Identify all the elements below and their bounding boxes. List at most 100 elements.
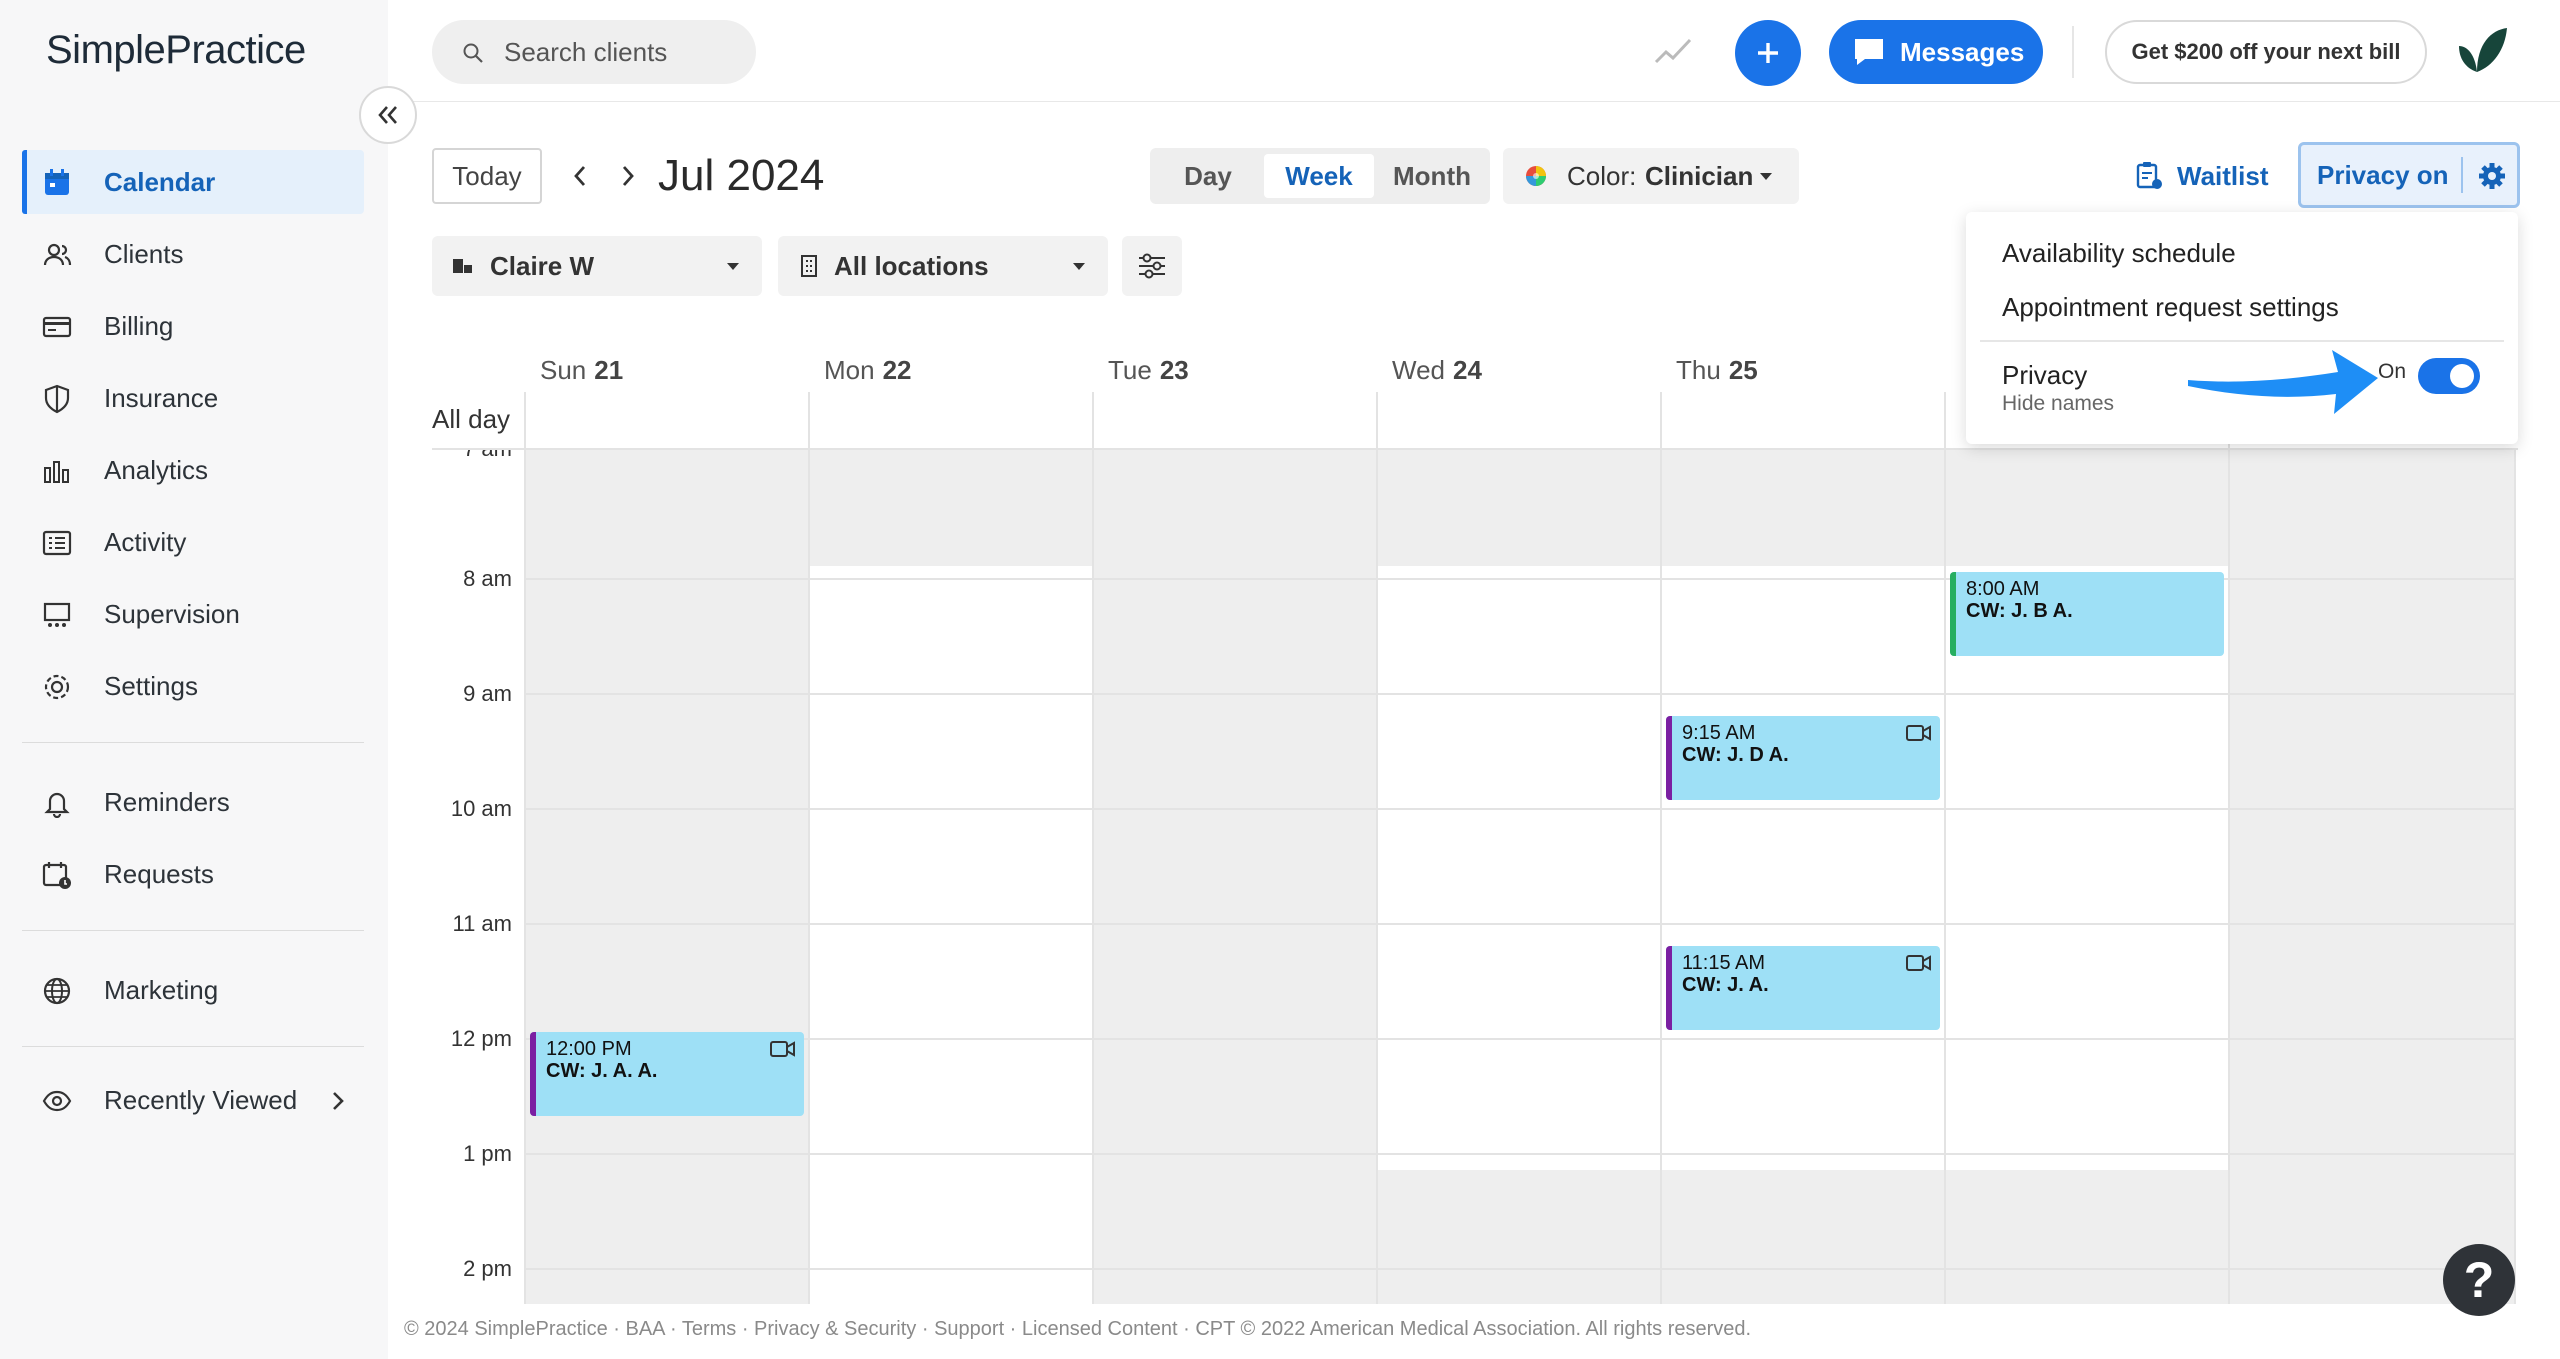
shield-icon: [44, 384, 70, 414]
sidebar-item-supervision[interactable]: Supervision: [22, 582, 364, 646]
day-of-week: Tue: [1108, 354, 1152, 385]
privacy-toggle-switch[interactable]: [2418, 358, 2480, 394]
add-button[interactable]: [1735, 20, 1801, 86]
calendar-icon: [45, 169, 69, 195]
collapse-sidebar-button[interactable]: [359, 86, 417, 144]
today-button[interactable]: Today: [432, 148, 542, 204]
column-divider: [1092, 392, 1094, 1304]
appointment-card[interactable]: 8:00 AM CW: J. B A.: [1950, 572, 2224, 656]
waitlist-button[interactable]: Waitlist: [2135, 148, 2268, 204]
column-divider: [1376, 392, 1378, 1304]
appointment-card[interactable]: 12:00 PM CW: J. A. A.: [530, 1032, 804, 1116]
top-divider: [2072, 26, 2074, 78]
unavailable-block: [1378, 450, 2230, 566]
sidebar-item-requests[interactable]: Requests: [22, 842, 364, 906]
privacy-title: Privacy: [2002, 360, 2088, 390]
sidebar-item-recently-viewed[interactable]: Recently Viewed: [22, 1068, 364, 1132]
sidebar-item-label: Insurance: [104, 382, 219, 413]
sidebar-item-label: Billing: [104, 310, 174, 341]
color-value: Clinician: [1645, 160, 1754, 191]
color-wheel-icon: [1526, 166, 1546, 186]
month-title: Jul 2024: [658, 151, 825, 200]
double-chevron-left-icon: [378, 106, 397, 124]
day-column-header[interactable]: Wed 24: [1392, 342, 1482, 398]
appointment-color-stripe: [1950, 572, 1956, 656]
appointment-time: 9:15 AM: [1682, 722, 1756, 744]
sidebar-item-marketing[interactable]: Marketing: [22, 958, 364, 1022]
sidebar-divider: [22, 742, 364, 743]
hour-label: 9 am: [463, 681, 512, 706]
sidebar-item-clients[interactable]: Clients: [22, 222, 364, 286]
privacy-divider: [2461, 157, 2463, 193]
view-month-tab[interactable]: Month: [1380, 154, 1484, 198]
sidebar-item-reminders[interactable]: Reminders: [22, 770, 364, 834]
prev-week-button[interactable]: [562, 158, 598, 194]
clinician-filter-dropdown[interactable]: Claire W: [432, 236, 762, 296]
bell-icon: [44, 792, 70, 818]
question-mark-icon: ?: [2463, 1252, 2495, 1308]
day-column-header[interactable]: Mon 22: [824, 342, 912, 398]
search-input[interactable]: Search clients: [432, 20, 756, 84]
sidebar-item-label: Requests: [104, 858, 214, 889]
privacy-toggle-button[interactable]: Privacy on: [2298, 142, 2520, 208]
messages-button[interactable]: Messages: [1829, 20, 2043, 84]
sidebar-item-insurance[interactable]: Insurance: [22, 366, 364, 430]
chevron-right-icon: [622, 166, 634, 186]
sidebar-item-analytics[interactable]: Analytics: [22, 438, 364, 502]
gear-icon[interactable]: [2477, 161, 2507, 191]
simplepractice-logo[interactable]: SimplePractice: [46, 28, 306, 73]
messages-label: Messages: [1900, 36, 2025, 67]
globe-icon: [43, 977, 71, 1005]
unavailable-block: [1378, 1170, 2230, 1304]
sidebar-item-label: Recently Viewed: [104, 1084, 298, 1115]
view-day-tab[interactable]: Day: [1158, 154, 1258, 198]
privacy-subtitle: Hide names: [2002, 392, 2115, 415]
sidebar-item-billing[interactable]: Billing: [22, 294, 364, 358]
promo-button[interactable]: Get $200 off your next bill: [2105, 20, 2427, 84]
day-column-header[interactable]: Thu 25: [1676, 342, 1758, 398]
day-column-header[interactable]: Tue 23: [1108, 342, 1189, 398]
day-date: 25: [1728, 354, 1758, 385]
filter-settings-button[interactable]: [1122, 236, 1182, 296]
waitlist-icon: [2136, 162, 2162, 189]
sidebar-item-settings[interactable]: Settings: [22, 654, 364, 718]
hour-label: 12 pm: [450, 1026, 512, 1051]
footer-text: © 2024 SimplePractice · BAA · Terms · Pr…: [404, 1318, 1752, 1340]
column-divider: [2228, 392, 2230, 1304]
user-avatar-logo[interactable]: [2455, 24, 2511, 80]
sidebar-item-label: Analytics: [104, 454, 209, 485]
sidebar-item-label: Marketing: [104, 974, 219, 1005]
sidebar-divider: [22, 930, 364, 931]
clinician-icon: [453, 259, 472, 273]
appointment-color-stripe: [530, 1032, 536, 1116]
sidebar-item-label: Activity: [104, 526, 187, 557]
hour-label: 11 am: [452, 911, 512, 936]
color-prefix: Color:: [1567, 160, 1637, 191]
hour-line: [526, 1038, 2514, 1040]
allday-divider: [432, 448, 2518, 450]
appointment-request-settings-item[interactable]: Appointment request settings: [2002, 292, 2339, 323]
appointment-card[interactable]: 9:15 AM CW: J. D A.: [1666, 716, 1940, 800]
availability-schedule-item[interactable]: Availability schedule: [2002, 238, 2236, 269]
color-by-dropdown[interactable]: Color: Clinician: [1503, 148, 1799, 204]
location-filter-dropdown[interactable]: All locations: [778, 236, 1108, 296]
day-column-header[interactable]: Sun 21: [540, 342, 623, 398]
pointer-arrow-icon: [2188, 350, 2378, 414]
day-of-week: Mon: [824, 354, 875, 385]
sidebar-item-calendar[interactable]: Calendar: [22, 150, 364, 214]
hour-label: 10 am: [450, 796, 512, 821]
view-week-tab[interactable]: Week: [1264, 154, 1374, 198]
caret-down-icon: [1073, 263, 1085, 270]
clients-icon: [43, 243, 72, 266]
calendar-week-grid: All day Sun 21 Mon 22 Tue 23 Wed 24 Thu 25 7 am 8 a…: [432, 336, 2518, 1304]
privacy-label: Privacy on: [2317, 159, 2449, 190]
day-date: 24: [1453, 354, 1482, 385]
appointment-client: CW: J. D A.: [1682, 744, 1789, 766]
next-week-button[interactable]: [610, 158, 646, 194]
appointment-card[interactable]: 11:15 AM CW: J. A.: [1666, 946, 1940, 1030]
sidebar-item-activity[interactable]: Activity: [22, 510, 364, 574]
help-button[interactable]: ?: [2443, 1244, 2515, 1316]
appointment-client: CW: J. A.: [1682, 974, 1769, 996]
unavailable-block: [810, 450, 1094, 566]
trend-icon[interactable]: [1654, 36, 1692, 66]
